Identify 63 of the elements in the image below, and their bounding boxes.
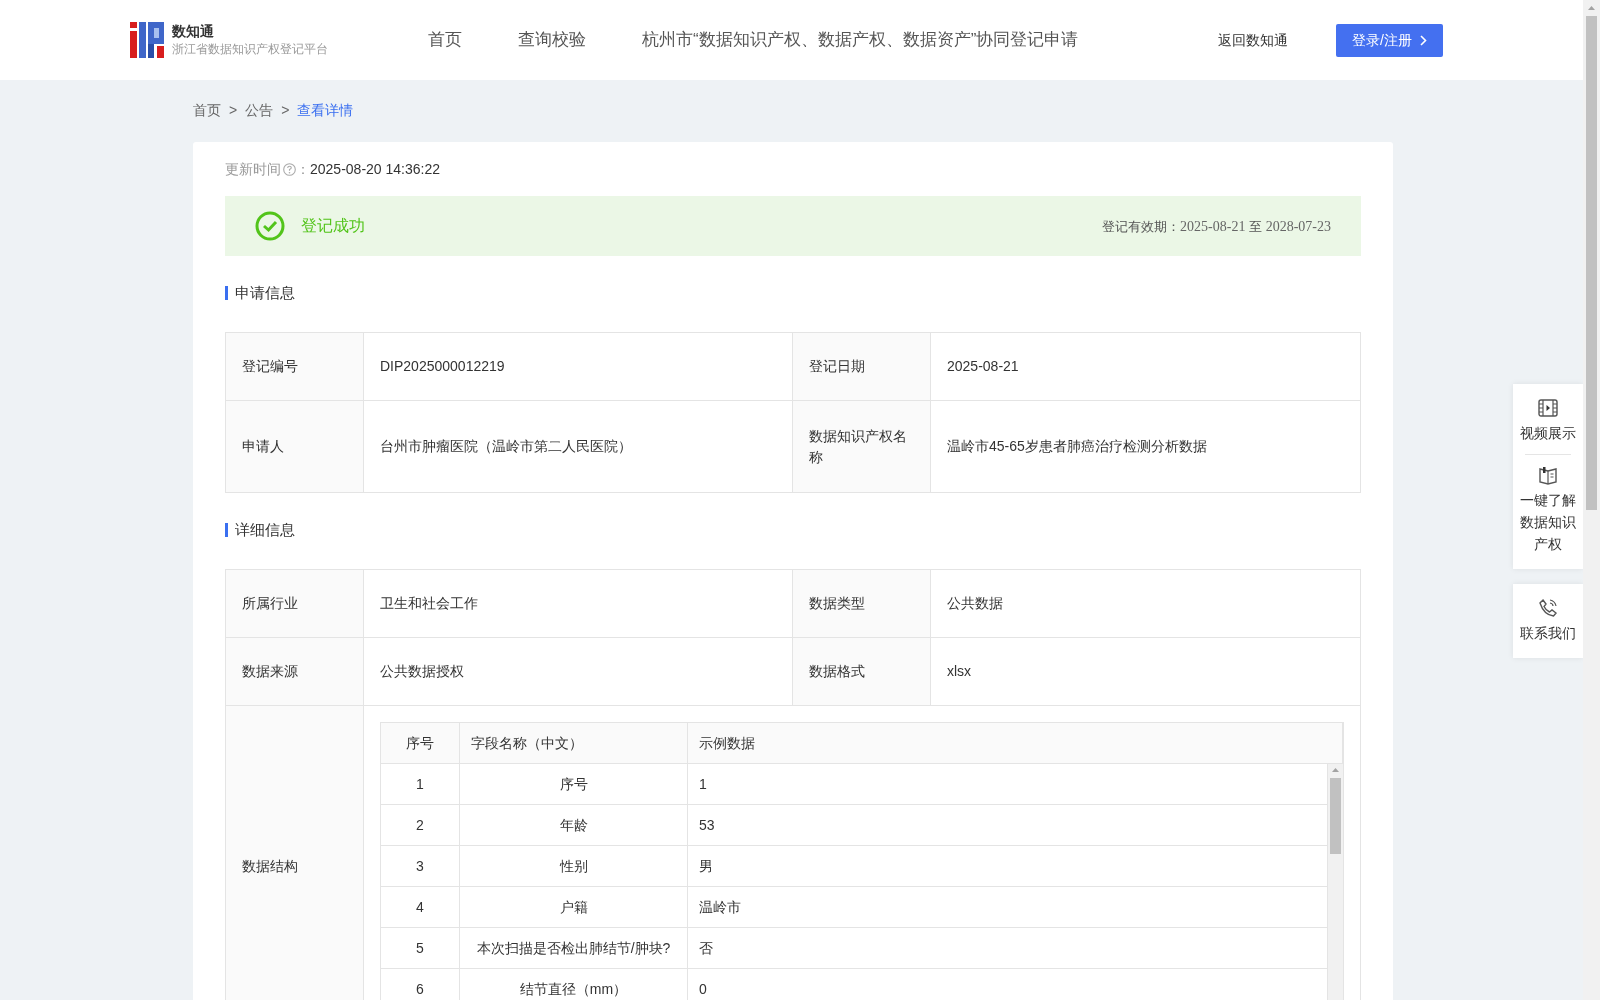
- breadcrumb-separator: >: [229, 101, 238, 120]
- field-value: 公共数据: [931, 570, 1361, 638]
- field-value: 2025-08-21: [931, 333, 1361, 401]
- table-cell: 户籍: [460, 887, 688, 927]
- book-icon: [1538, 465, 1558, 485]
- field-label: 数据结构: [226, 706, 364, 1000]
- logo-title: 数知通: [172, 22, 215, 40]
- table-cell: 6: [381, 969, 460, 1000]
- table-cell: 2: [381, 805, 460, 845]
- column-header: 示例数据: [688, 723, 1343, 763]
- scrollbar[interactable]: [1328, 764, 1343, 1000]
- scrollbar-thumb[interactable]: [1586, 16, 1597, 510]
- table-cell: 结节直径（mm）: [460, 969, 688, 1000]
- table-cell: 3: [381, 846, 460, 886]
- side-link[interactable]: 一键了解数据知识产权: [1517, 461, 1579, 559]
- field-label: 数据类型: [793, 570, 931, 638]
- breadcrumb-link[interactable]: 查看详情: [297, 100, 354, 121]
- update-time: 2025-08-20 14:36:22: [310, 160, 440, 179]
- field-label: 数据知识产权名称: [793, 401, 931, 493]
- side-link[interactable]: 视频展示: [1517, 394, 1579, 448]
- field-label: 登记日期: [793, 333, 931, 401]
- field-value: xlsx: [931, 638, 1361, 706]
- table-cell: 5: [381, 928, 460, 968]
- side-link[interactable]: 联系我们: [1517, 594, 1579, 648]
- check-circle-icon: [255, 211, 285, 241]
- phone-icon: [1538, 598, 1558, 618]
- nav-link[interactable]: 首页: [428, 27, 462, 53]
- section-title: 申请信息: [225, 286, 1361, 300]
- logo-subtitle: 浙江省数据知识产权登记平台: [172, 41, 328, 58]
- login-button[interactable]: 登录/注册: [1336, 23, 1443, 57]
- field-label: 申请人: [226, 401, 364, 493]
- scrollbar-thumb[interactable]: [1330, 778, 1341, 854]
- field-label: 数据来源: [226, 638, 364, 706]
- status-text: 登记成功: [301, 216, 365, 236]
- help-icon: [283, 163, 296, 176]
- breadcrumb-link[interactable]: 首页: [193, 100, 221, 121]
- column-header: 字段名称（中文）: [460, 723, 688, 763]
- field-label: 登记编号: [226, 333, 364, 401]
- scroll-up-arrow-icon: [1588, 6, 1595, 10]
- validity-text: 登记有效期：2025-08-21 至 2028-07-23: [1102, 217, 1331, 236]
- update-label: 更新时间: [225, 160, 281, 179]
- nav-link[interactable]: 查询校验: [518, 27, 586, 53]
- chevron-right-icon: [1420, 34, 1427, 46]
- table-cell: 本次扫描是否检出肺结节/肿块?: [460, 928, 688, 968]
- colon-text: ：: [296, 160, 310, 179]
- table-cell: 4: [381, 887, 460, 927]
- table-cell: 序号: [460, 764, 688, 804]
- table-cell: 1: [381, 764, 460, 804]
- section-title: 详细信息: [225, 523, 1361, 537]
- logo-icon: [130, 22, 164, 58]
- scroll-up-arrow-icon: [1332, 768, 1339, 772]
- field-label: 所属行业: [226, 570, 364, 638]
- column-header: 序号: [381, 723, 460, 763]
- field-value: 温岭市45-65岁患者肺癌治疗检测分析数据: [931, 401, 1361, 493]
- back-link[interactable]: 返回数知通: [1218, 29, 1289, 51]
- breadcrumb-link[interactable]: 公告: [245, 100, 274, 121]
- scrollbar[interactable]: [1583, 0, 1600, 1000]
- field-label: 数据格式: [793, 638, 931, 706]
- nav-link[interactable]: 杭州市“数据知识产权、数据产权、数据资产”协同登记申请: [642, 27, 1079, 53]
- breadcrumb-separator: >: [281, 101, 290, 120]
- table-cell: 性别: [460, 846, 688, 886]
- table-cell: 年龄: [460, 805, 688, 845]
- video-icon: [1538, 398, 1558, 418]
